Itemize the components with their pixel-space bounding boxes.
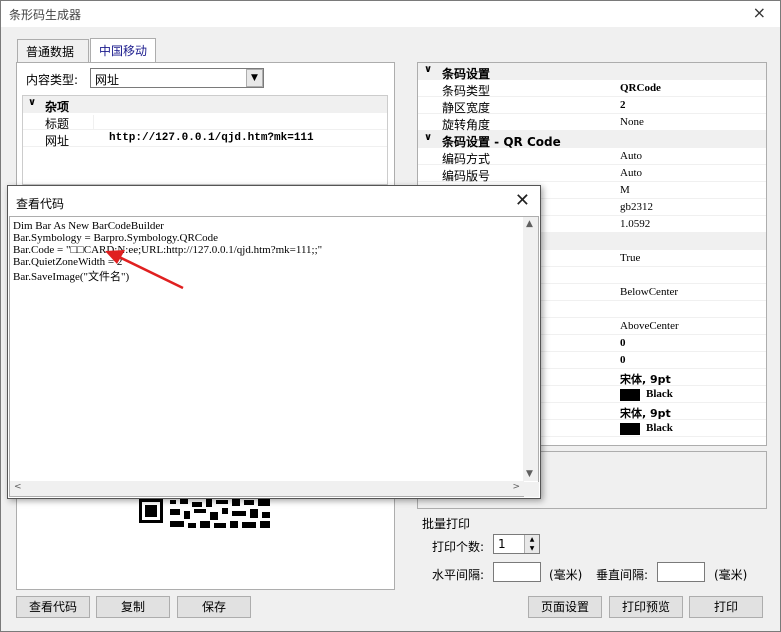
color-swatch: [620, 389, 640, 401]
scroll-down-icon[interactable]: ▼: [526, 469, 533, 479]
content-type-label: 内容类型:: [26, 73, 79, 87]
view-code-dialog: 查看代码 ✕ Dim Bar As New BarCodeBuilder Bar…: [7, 185, 541, 499]
spin-up-icon[interactable]: ▲: [524, 535, 539, 544]
scroll-right-icon[interactable]: >: [512, 482, 520, 492]
prop-row[interactable]: 编码版号 Auto: [418, 165, 766, 183]
prop-value[interactable]: 2: [620, 99, 626, 111]
category-qr-settings[interactable]: ∨ 条码设置 - QR Code: [418, 131, 766, 149]
prop-value[interactable]: QRCode: [620, 82, 661, 94]
collapse-icon[interactable]: ∨: [424, 64, 432, 75]
v-spacing-label: 垂直间隔:: [596, 568, 649, 582]
prop-value[interactable]: AboveCenter: [620, 320, 679, 332]
content-type-value: 网址: [95, 73, 120, 87]
vertical-scrollbar[interactable]: ▲ ▼: [523, 217, 538, 481]
prop-row[interactable]: 旋转角度 None: [418, 114, 766, 132]
prop-value[interactable]: Auto: [620, 167, 642, 179]
h-spacing-unit: (毫米): [549, 568, 583, 582]
prop-value[interactable]: M: [620, 184, 630, 196]
prop-value[interactable]: Black: [646, 388, 673, 400]
h-spacing-label: 水平间隔:: [432, 568, 485, 582]
collapse-icon[interactable]: ∨: [424, 132, 432, 143]
h-spacing-input[interactable]: [493, 562, 541, 582]
prop-row-title[interactable]: 标题: [23, 113, 387, 131]
prop-row-url[interactable]: 网址 http://127.0.0.1/qjd.htm?mk=111: [23, 130, 387, 148]
save-button[interactable]: 保存: [177, 596, 251, 618]
qr-code-image: [128, 494, 281, 532]
red-arrow-annotation: [105, 250, 184, 290]
prop-value[interactable]: BelowCenter: [620, 286, 678, 298]
scroll-left-icon[interactable]: <: [14, 482, 22, 492]
prop-value[interactable]: None: [620, 116, 644, 128]
prop-row[interactable]: 静区宽度 2: [418, 97, 766, 115]
tab-china-mobile[interactable]: 中国移动: [90, 38, 156, 63]
prop-value[interactable]: gb2312: [620, 201, 653, 213]
close-icon[interactable]: ×: [753, 3, 766, 22]
page-setup-button[interactable]: 页面设置: [528, 596, 602, 618]
spin-down-icon[interactable]: ▼: [524, 544, 539, 553]
copy-button[interactable]: 复制: [96, 596, 170, 618]
v-spacing-input[interactable]: [657, 562, 705, 582]
prop-value[interactable]: 宋体, 9pt: [620, 405, 671, 421]
prop-value[interactable]: True: [620, 252, 640, 264]
dialog-title: 查看代码: [16, 197, 65, 211]
prop-row[interactable]: 条码类型 QRCode: [418, 80, 766, 98]
title-bar: 条形码生成器 ×: [1, 1, 780, 27]
print-preview-button[interactable]: 打印预览: [609, 596, 683, 618]
print-button[interactable]: 打印: [689, 596, 763, 618]
left-property-grid: ∨ 杂项 标题 网址 http://127.0.0.1/qjd.htm?mk=1…: [22, 95, 388, 185]
window-title: 条形码生成器: [9, 8, 82, 22]
scroll-up-icon[interactable]: ▲: [526, 219, 533, 229]
tab-normal-data[interactable]: 普通数据: [17, 39, 89, 63]
prop-value[interactable]: 宋体, 9pt: [620, 371, 671, 387]
print-count-label: 打印个数:: [432, 540, 485, 554]
prop-value[interactable]: [93, 115, 387, 130]
horizontal-scrollbar[interactable]: < >: [10, 481, 524, 496]
code-line: Bar.Symbology = Barpro.Symbology.QRCode: [13, 232, 219, 244]
color-swatch: [620, 423, 640, 435]
chevron-down-icon[interactable]: ▼: [246, 69, 263, 87]
close-icon[interactable]: ✕: [515, 190, 530, 211]
prop-value[interactable]: 1.0592: [620, 218, 650, 230]
category-misc[interactable]: ∨ 杂项: [23, 96, 387, 114]
code-textbox[interactable]: Dim Bar As New BarCodeBuilder Bar.Symbol…: [9, 216, 539, 497]
prop-value[interactable]: Auto: [620, 150, 642, 162]
content-type-select[interactable]: 网址 ▼: [90, 68, 264, 88]
view-code-button[interactable]: 查看代码: [16, 596, 90, 618]
prop-value[interactable]: 0: [620, 354, 626, 366]
collapse-icon[interactable]: ∨: [28, 97, 36, 108]
resize-grip[interactable]: [524, 482, 539, 497]
code-line: Dim Bar As New BarCodeBuilder: [13, 220, 164, 232]
print-count-value: 1: [498, 537, 506, 551]
prop-value[interactable]: 0: [620, 337, 626, 349]
prop-row[interactable]: 编码方式 Auto: [418, 148, 766, 166]
category-barcode-settings[interactable]: ∨ 条码设置: [418, 63, 766, 81]
v-spacing-unit: (毫米): [714, 568, 748, 582]
batch-print-title: 批量打印: [422, 517, 471, 531]
prop-value[interactable]: Black: [646, 422, 673, 434]
main-window: 条形码生成器 × 普通数据 中国移动 内容类型: 网址 ▼ ∨ 杂项 标题 网址…: [0, 0, 781, 632]
prop-name: 网址: [45, 134, 70, 148]
print-count-spinner[interactable]: 1 ▲ ▼: [493, 534, 540, 554]
prop-value[interactable]: http://127.0.0.1/qjd.htm?mk=111: [109, 132, 314, 144]
